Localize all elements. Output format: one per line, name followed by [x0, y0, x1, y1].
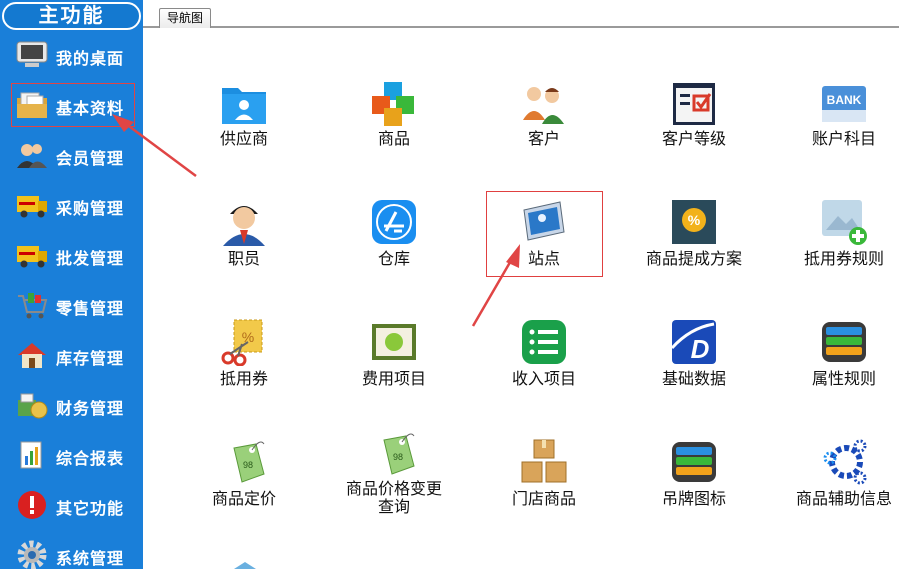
grid-item-goods[interactable]: 商品	[334, 80, 454, 190]
grid-item-store-goods[interactable]: 门店商品	[484, 438, 604, 548]
truck-icon	[17, 196, 47, 218]
annotation-arrow-basic-info	[112, 114, 197, 178]
grid-item-label: 仓库	[377, 249, 410, 268]
svg-text:BANK: BANK	[827, 93, 862, 107]
grid-item-label: 收入项目	[511, 369, 576, 388]
svg-text:98: 98	[393, 452, 403, 462]
grid-item-label: 商品定价	[211, 489, 276, 508]
sidebar-item-label: 综合报表	[56, 451, 125, 468]
supplier-folder-icon	[222, 88, 266, 124]
price-tag-icon: 98	[383, 433, 415, 475]
coupon-scissors-icon: %	[221, 319, 263, 366]
grid-item-label: 吊牌图标	[661, 489, 726, 508]
house-icon	[18, 343, 46, 368]
grid-item-basic-data[interactable]: D 基础数据	[634, 318, 754, 428]
sidebar: 主功能 我的桌面 基本资料 会员管理 采购管理 批发管理 零售管理 库存管理 财…	[0, 0, 143, 569]
report-icon	[20, 441, 42, 469]
grid-item-employee[interactable]: 职员	[184, 198, 304, 308]
bank-icon: BANK	[822, 86, 866, 122]
grid-item-account-subject[interactable]: BANK 账户科目	[784, 80, 899, 190]
grid-item-supplier[interactable]: 供应商	[184, 80, 304, 190]
svg-text:98: 98	[243, 460, 253, 470]
expense-icon	[372, 324, 416, 360]
gears-icon	[823, 439, 867, 485]
grid-item-goods-pricing[interactable]: 98 商品定价	[184, 438, 304, 548]
sidebar-item-wholesale[interactable]: 批发管理	[0, 232, 143, 278]
grid-item-coupon-rule[interactable]: 抵用券规则	[784, 198, 899, 308]
grid-item-label: 账户科目	[811, 129, 876, 148]
grid-item-label: 基础数据	[661, 369, 726, 388]
price-tag-icon: 98	[233, 441, 265, 483]
commission-icon: %	[672, 200, 716, 244]
grid-item-customer[interactable]: 客户	[484, 80, 604, 190]
members-icon	[17, 144, 47, 168]
exclamation-icon	[18, 491, 46, 519]
sidebar-item-label: 财务管理	[56, 401, 125, 418]
partial-icon	[234, 562, 256, 569]
sidebar-item-my-desktop[interactable]: 我的桌面	[0, 32, 143, 78]
cart-icon	[18, 293, 48, 319]
boxes-icon	[521, 439, 567, 483]
employee-icon	[223, 206, 265, 246]
sidebar-title: 主功能	[2, 2, 141, 30]
grid-item-goods-aux-info[interactable]: 商品辅助信息	[784, 438, 899, 548]
image-plus-icon	[822, 200, 867, 245]
grid-item-label: 属性规则	[811, 369, 876, 388]
sidebar-item-reports[interactable]: 综合报表	[0, 432, 143, 478]
stack-icon	[672, 442, 716, 482]
grid-item-income[interactable]: 收入项目	[484, 318, 604, 428]
grid-item-label: 抵用券	[219, 369, 268, 388]
sidebar-item-label: 库存管理	[56, 351, 125, 368]
sidebar-item-label: 采购管理	[56, 201, 125, 218]
desktop-icon	[16, 41, 48, 67]
grid-item-customer-level[interactable]: 客户等级	[634, 80, 754, 190]
finance-icon	[18, 393, 48, 419]
grid-item-label: 商品价格变更 查询	[345, 479, 442, 516]
sidebar-item-retail[interactable]: 零售管理	[0, 282, 143, 328]
grid-item-label: 商品辅助信息	[795, 489, 892, 508]
grid-item-label: 商品	[377, 129, 410, 148]
folder-docs-icon	[17, 92, 47, 118]
sidebar-item-label: 零售管理	[56, 301, 125, 318]
grid-item-label: 商品提成方案	[645, 249, 742, 268]
sidebar-item-purchase[interactable]: 采购管理	[0, 182, 143, 228]
sidebar-item-label: 我的桌面	[56, 51, 125, 68]
grid-item-label: 门店商品	[511, 489, 576, 508]
stack-icon	[822, 322, 866, 362]
checklist-icon	[673, 83, 715, 125]
tab-navigation-map[interactable]: 导航图	[159, 8, 211, 28]
customers-icon	[523, 87, 564, 124]
grid-item-commission-plan[interactable]: % 商品提成方案	[634, 198, 754, 308]
grid-item-warehouse[interactable]: 仓库	[334, 198, 454, 308]
grid-item-label: 职员	[227, 249, 260, 268]
gear-icon	[17, 540, 47, 569]
sidebar-item-label: 系统管理	[56, 551, 125, 568]
truck-icon	[17, 246, 47, 268]
sidebar-item-finance[interactable]: 财务管理	[0, 382, 143, 428]
appstore-icon	[372, 200, 416, 244]
tab-bar-divider	[143, 26, 899, 28]
grid-item-label: 费用项目	[361, 369, 426, 388]
grid-item-label: 抵用券规则	[803, 249, 884, 268]
cubes-icon	[372, 82, 414, 126]
grid-item-expense[interactable]: 费用项目	[334, 318, 454, 428]
grid-item-price-change-query[interactable]: 98 商品价格变更 查询	[334, 430, 454, 540]
grid-item-attribute-rule[interactable]: 属性规则	[784, 318, 899, 428]
grid-item-coupon[interactable]: % 抵用券	[184, 318, 304, 428]
sidebar-item-inventory[interactable]: 库存管理	[0, 332, 143, 378]
annotation-arrow-station	[471, 244, 520, 327]
sidebar-item-label: 其它功能	[56, 501, 125, 518]
grid-item-tag-icon[interactable]: 吊牌图标	[634, 438, 754, 548]
grid-item-label: 客户	[527, 129, 560, 148]
svg-text:D: D	[691, 334, 710, 364]
sidebar-item-system[interactable]: 系统管理	[0, 532, 143, 569]
d-logo-icon: D	[670, 320, 716, 364]
svg-text:%: %	[688, 212, 701, 228]
sidebar-item-label: 批发管理	[56, 251, 125, 268]
sidebar-item-other[interactable]: 其它功能	[0, 482, 143, 528]
grid-item-label: 客户等级	[661, 129, 726, 148]
